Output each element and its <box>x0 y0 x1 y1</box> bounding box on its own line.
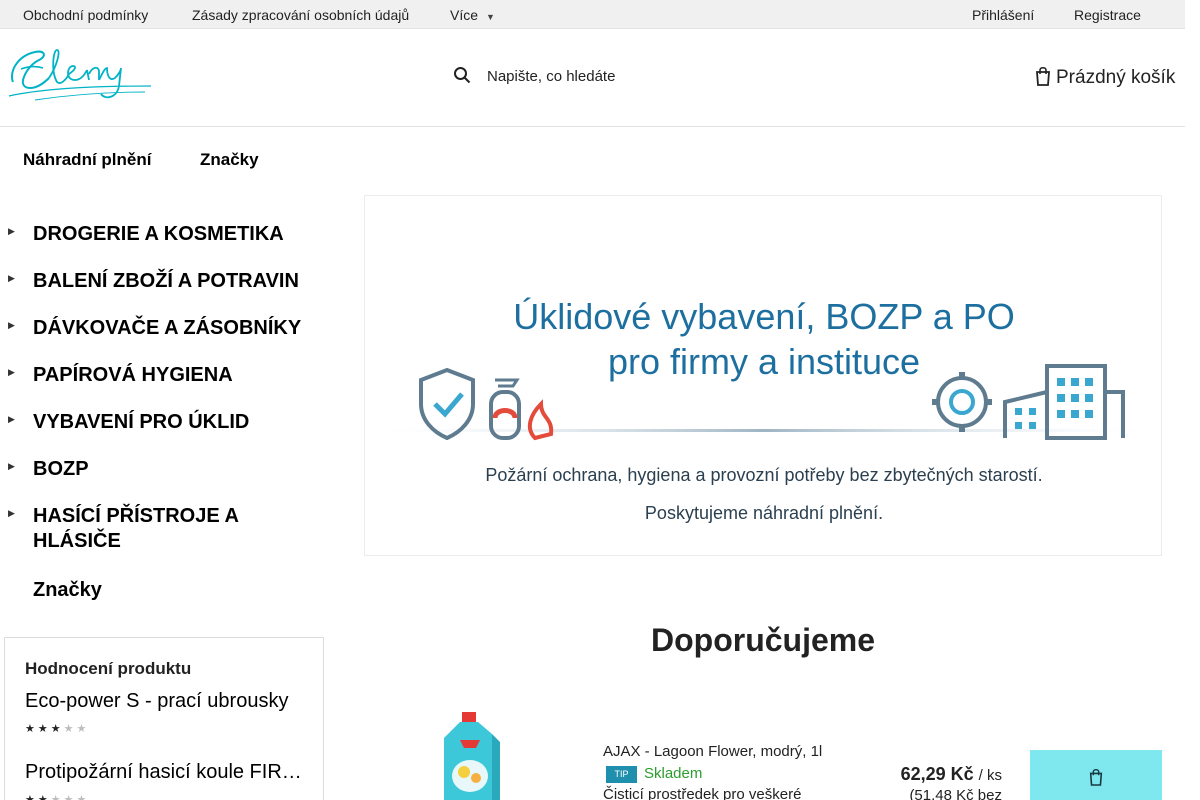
cart-icon[interactable] <box>1034 66 1052 86</box>
star-rating: ★★★★★ <box>25 723 90 735</box>
chevron-right-icon: ▶ <box>8 414 15 424</box>
product-price: 62,29 Kč / ks <box>901 764 1002 785</box>
star-rating: ★★★★★ <box>25 794 90 800</box>
add-to-cart-button[interactable] <box>1030 750 1162 800</box>
product-description: Čisticí prostředek pro veškeré <box>603 786 802 800</box>
chevron-right-icon: ▶ <box>8 226 15 236</box>
stock-status: Skladem <box>644 765 703 782</box>
register-link[interactable]: Registrace <box>1074 7 1141 23</box>
nav-substitute-fulfillment[interactable]: Náhradní plnění <box>23 150 151 170</box>
chevron-right-icon: ▶ <box>8 367 15 377</box>
banner-subtitle-1: Požární ochrana, hygiena a provozní potř… <box>485 465 1042 485</box>
category-label: BALENÍ ZBOŽÍ A POTRAVIN <box>33 270 299 292</box>
banner-title-1: Úklidové vybavení, BOZP a PO <box>513 296 1015 337</box>
logo[interactable] <box>5 42 155 109</box>
chevron-right-icon: ▶ <box>8 508 15 518</box>
chevron-right-icon: ▶ <box>8 273 15 283</box>
banner-title-2: pro firmy a instituce <box>608 341 920 382</box>
section-title: Doporučujeme <box>650 622 876 658</box>
price-unit: / ks <box>978 767 1002 784</box>
more-label: Více <box>450 7 479 23</box>
category-label: VYBAVENÍ PRO ÚKLID <box>33 411 250 433</box>
category-label: DÁVKOVAČE A ZÁSOBNÍKY <box>33 317 302 339</box>
category-label: Značky <box>33 579 102 601</box>
ratings-title: Hodnocení produktu <box>25 659 192 678</box>
chevron-down-icon: ▼ <box>486 12 495 22</box>
tip-badge: TIP <box>606 766 637 783</box>
product-ratings-box: Hodnocení produktu Eco-power S - prací u… <box>4 637 324 800</box>
link-privacy[interactable]: Zásady zpracování osobních údajů <box>192 7 409 23</box>
nav-brands[interactable]: Značky <box>200 150 259 170</box>
more-menu[interactable]: Více ▼ <box>450 7 495 23</box>
login-link[interactable]: Přihlášení <box>972 7 1034 23</box>
category-label: HASÍCÍ PŘÍSTROJE A HLÁSIČE <box>33 505 239 552</box>
category-label: DROGERIE A KOSMETIKA <box>33 223 284 245</box>
product-name-link[interactable]: AJAX - Lagoon Flower, modrý, 1l <box>603 743 822 760</box>
chevron-right-icon: ▶ <box>8 320 15 330</box>
chevron-right-icon: ▶ <box>8 461 15 471</box>
link-terms[interactable]: Obchodní podmínky <box>23 7 148 23</box>
category-label: PAPÍROVÁ HYGIENA <box>33 364 233 386</box>
search-icon[interactable] <box>453 66 471 84</box>
price-value: 62,29 Kč <box>900 764 974 784</box>
category-label: BOZP <box>33 458 89 480</box>
banner-subtitle-2: Poskytujeme náhradní plnění. <box>645 503 883 523</box>
header: Napište, co hledáte Prázdný košík <box>0 29 1185 127</box>
search-input[interactable]: Napište, co hledáte <box>487 68 615 85</box>
product-image[interactable] <box>430 712 520 800</box>
price-without-vat: (51,48 Kč bez <box>909 787 1002 800</box>
rated-product-link[interactable]: Eco-power S - prací ubrousky <box>25 690 305 713</box>
top-bar: Obchodní podmínky Zásady zpracování osob… <box>0 0 1185 29</box>
cart-button[interactable]: Prázdný košík <box>1056 67 1175 89</box>
rated-product-link[interactable]: Protipožární hasicí koule FIREBALL <box>25 761 305 784</box>
promo-banner[interactable]: Úklidové vybavení, BOZP a PO pro firmy a… <box>364 195 1162 556</box>
cart-icon <box>1089 768 1103 786</box>
